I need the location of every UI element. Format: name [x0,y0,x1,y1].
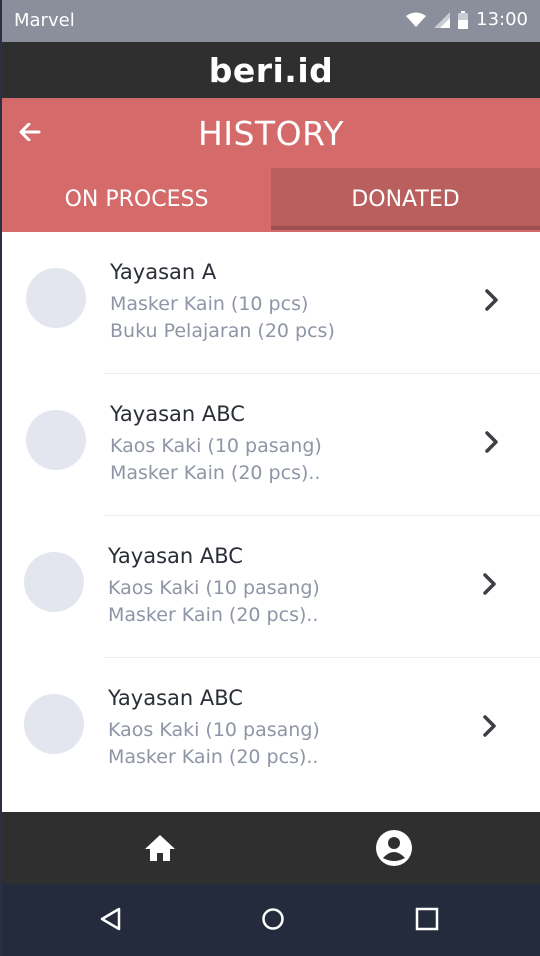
item-title: Yayasan A [110,260,217,284]
square-recent-icon [415,907,439,936]
carrier-label: Marvel [14,10,75,31]
item-text: Yayasan ABC Kaos Kaki (10 pasang) Masker… [108,543,320,629]
avatar [24,552,84,612]
signal-icon [434,11,451,28]
item-detail: Masker Kain (20 pcs).. [110,462,321,484]
system-back-button[interactable] [96,906,126,936]
clock-label: 13:00 [476,9,528,30]
avatar [26,268,86,328]
avatar [26,410,86,470]
brand-logo: beri.id [208,50,334,90]
list-item[interactable]: Yayasan ABC Kaos Kaki (10 pasang) Masker… [2,658,540,800]
status-icons: 13:00 [406,9,528,30]
item-title: Yayasan ABC [108,544,243,568]
circle-home-icon [261,907,285,936]
item-text: Yayasan ABC Kaos Kaki (10 pasang) Masker… [108,685,320,771]
item-title: Yayasan ABC [110,402,245,426]
home-button[interactable] [140,830,180,870]
item-detail: Masker Kain (10 pcs) [110,293,309,315]
bottom-nav [2,812,540,884]
tab-bar: ON PROCESS DONATED [2,168,540,230]
item-title: Yayasan ABC [108,686,243,710]
user-circle-icon [375,829,413,872]
home-icon [143,833,177,868]
list-item[interactable]: Yayasan ABC Kaos Kaki (10 pasang) Masker… [2,374,540,516]
chevron-right-icon [482,430,502,454]
system-nav-bar [2,884,540,956]
history-header: HISTORY ON PROCESS DONATED [2,98,540,232]
wifi-icon [406,12,427,28]
tab-donated[interactable]: DONATED [271,168,540,230]
item-detail: Masker Kain (20 pcs).. [108,604,319,626]
profile-button[interactable] [374,829,414,872]
list-item[interactable]: Yayasan ABC Kaos Kaki (10 pasang) Masker… [2,516,540,658]
item-detail: Buku Pelajaran (20 pcs) [110,320,335,342]
battery-icon [458,10,469,29]
item-detail: Masker Kain (20 pcs).. [108,746,319,768]
history-list: Yayasan A Masker Kain (10 pcs) Buku Pela… [2,232,540,800]
tab-on-process[interactable]: ON PROCESS [2,168,271,230]
item-detail: Kaos Kaki (10 pasang) [108,719,320,741]
app-bar: beri.id [2,42,540,98]
item-detail: Kaos Kaki (10 pasang) [108,577,320,599]
system-recent-button[interactable] [412,906,442,936]
triangle-back-icon [99,907,123,936]
chevron-right-icon [480,714,500,738]
system-home-button[interactable] [258,906,288,936]
item-detail: Kaos Kaki (10 pasang) [110,435,322,457]
chevron-right-icon [482,288,502,312]
list-item[interactable]: Yayasan A Masker Kain (10 pcs) Buku Pela… [2,232,540,374]
item-text: Yayasan A Masker Kain (10 pcs) Buku Pela… [110,259,335,345]
page-title: HISTORY [197,114,345,153]
chevron-right-icon [480,572,500,596]
item-text: Yayasan ABC Kaos Kaki (10 pasang) Masker… [110,401,322,487]
avatar [24,694,84,754]
status-bar: Marvel 13:00 [2,0,540,42]
app-screen: Marvel 13:00 beri.id HISTORY ON PROCESS … [2,0,540,956]
